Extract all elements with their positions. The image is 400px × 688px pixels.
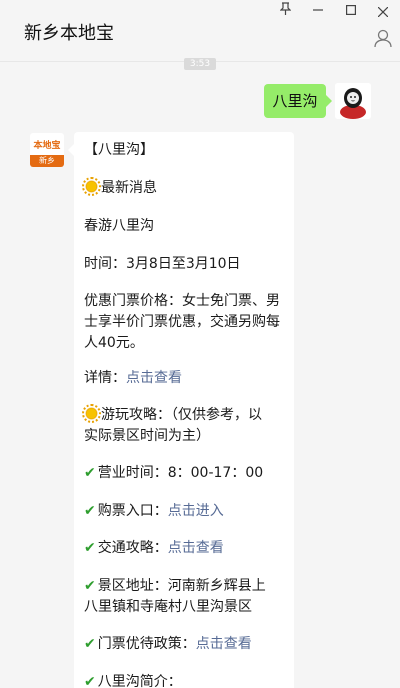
policy-label: 门票优待政策： — [97, 636, 196, 652]
details-link[interactable]: 点击查看 — [126, 370, 182, 386]
check-icon: ✔ — [84, 674, 96, 688]
title-bar: 新乡本地宝 — [0, 0, 400, 62]
event-time: 时间：3月8日至3月10日 — [84, 256, 241, 272]
price-line-3: 人40元。 — [84, 335, 144, 351]
event-name: 春游八里沟 — [84, 218, 154, 234]
maximize-icon[interactable] — [340, 2, 362, 22]
close-icon[interactable] — [372, 2, 394, 22]
policy-link[interactable]: 点击查看 — [196, 636, 252, 652]
check-icon: ✔ — [84, 578, 96, 594]
guide-line-1: 游玩攻略：（仅供参考，以 — [82, 404, 289, 426]
details-line: 详情：点击查看 — [84, 368, 289, 389]
ticket-link[interactable]: 点击进入 — [168, 503, 224, 519]
bot-avatar[interactable]: 本地宝 新乡 — [30, 133, 64, 167]
sun-icon — [82, 404, 101, 423]
guide-line-2: 实际景区时间为主） — [84, 428, 210, 444]
guide-label: 游玩攻略：（仅供参考，以 — [101, 407, 262, 423]
address-line-2: 八里镇和寺庵村八里沟景区 — [84, 599, 252, 615]
minimize-icon[interactable] — [307, 2, 329, 22]
check-icon: ✔ — [84, 636, 96, 652]
details-label: 详情： — [84, 370, 126, 386]
bot-reply-bubble: 【八里沟】 最新消息 春游八里沟 时间：3月8日至3月10日 优惠门票价格：女士… — [68, 132, 294, 688]
bot-avatar-brand: 本地宝 — [33, 140, 61, 151]
bot-avatar-city: 新乡 — [30, 155, 64, 167]
traffic-line: ✔ 交通攻略：点击查看 — [84, 538, 289, 559]
profile-icon[interactable] — [373, 28, 393, 48]
hours-text: 营业时间：8：00-17：00 — [97, 465, 264, 481]
intro-text: 八里沟简介： — [97, 674, 182, 688]
address-text: 景区地址：河南新乡辉县上 — [97, 578, 266, 594]
user-message-bubble[interactable]: 八里沟 — [264, 84, 332, 118]
check-icon: ✔ — [84, 540, 96, 556]
check-icon: ✔ — [84, 503, 96, 519]
traffic-label: 交通攻略： — [97, 540, 168, 556]
ticket-label: 购票入口： — [97, 503, 168, 519]
message-timestamp: 3:53 — [184, 58, 216, 70]
user-avatar[interactable] — [335, 83, 371, 119]
check-icon: ✔ — [84, 465, 96, 481]
price-line-2: 士享半价门票优惠，交通另购每 — [84, 314, 280, 330]
ticket-line: ✔ 购票入口：点击进入 — [84, 501, 289, 522]
policy-line: ✔ 门票优待政策：点击查看 — [84, 634, 289, 655]
latest-news-line: 最新消息 — [82, 177, 289, 199]
pin-icon[interactable] — [274, 2, 296, 22]
price-line-1: 优惠门票价格：女士免门票、男 — [84, 293, 280, 309]
latest-news-label: 最新消息 — [101, 180, 157, 196]
chat-title: 新乡本地宝 — [24, 23, 114, 44]
reply-title: 【八里沟】 — [84, 142, 154, 158]
hours-line: ✔ 营业时间：8：00-17：00 — [84, 463, 289, 484]
intro-line: ✔ 八里沟简介： — [84, 672, 289, 688]
traffic-link[interactable]: 点击查看 — [168, 540, 224, 556]
address-line-1: ✔ 景区地址：河南新乡辉县上 — [84, 576, 289, 597]
sun-icon — [82, 177, 101, 196]
